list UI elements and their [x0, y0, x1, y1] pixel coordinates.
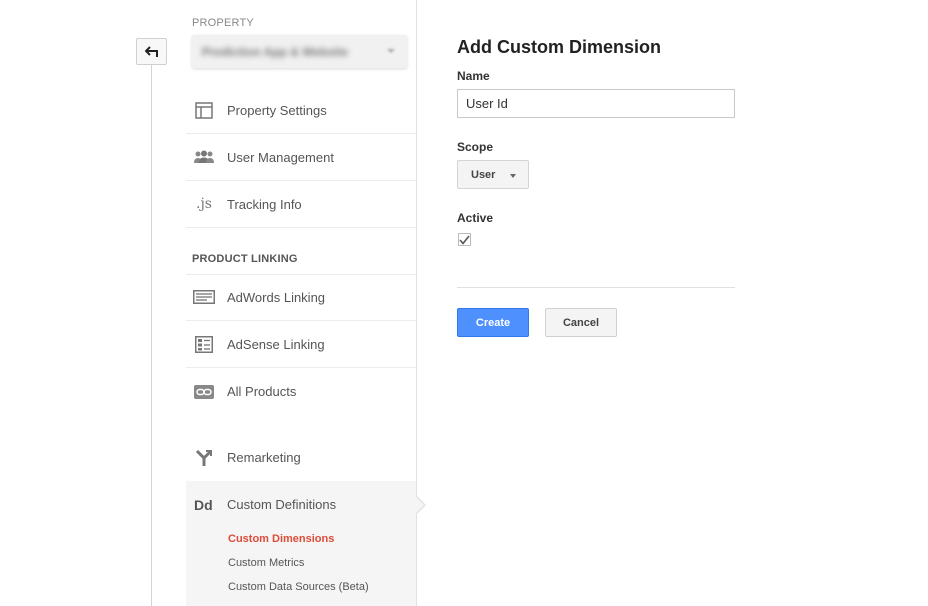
sidebar-item-adsense-linking[interactable]: AdSense Linking — [186, 321, 416, 368]
sidebar-item-label: Remarketing — [227, 450, 301, 465]
adsense-icon — [193, 334, 215, 354]
sidebar-subitem-custom-dimensions[interactable]: Custom Dimensions — [228, 533, 334, 545]
active-checkbox[interactable] — [458, 233, 471, 246]
name-input[interactable] — [457, 89, 735, 118]
active-pointer — [416, 497, 424, 513]
custom-definitions-icon: Dd — [194, 496, 213, 513]
admin-sidebar: PROPERTY Prediction App & Website Proper… — [186, 0, 417, 606]
product-linking-heading: PRODUCT LINKING — [192, 253, 298, 265]
create-button[interactable]: Create — [457, 308, 529, 337]
property-selector[interactable]: Prediction App & Website — [192, 35, 407, 68]
scope-value: User — [471, 168, 496, 181]
sidebar-item-adwords-linking[interactable]: AdWords Linking — [186, 274, 416, 321]
property-name: Prediction App & Website — [202, 44, 349, 59]
name-label: Name — [457, 69, 490, 83]
property-label: PROPERTY — [192, 17, 254, 29]
sidebar-item-property-settings[interactable]: Property Settings — [186, 87, 416, 134]
active-label: Active — [457, 211, 494, 225]
sidebar-item-label: AdWords Linking — [227, 289, 326, 305]
checkmark-icon — [459, 235, 470, 245]
layout-icon — [193, 100, 215, 120]
sidebar-item-label: Custom Definitions — [227, 497, 337, 512]
sidebar-item-custom-definitions[interactable]: Dd Custom Definitions — [186, 481, 416, 528]
remarketing-icon — [193, 448, 215, 468]
cancel-button[interactable]: Cancel — [545, 308, 617, 337]
sidebar-subitem-custom-metrics[interactable]: Custom Metrics — [228, 557, 304, 569]
navigation-line — [151, 65, 152, 606]
sidebar-item-label: All Products — [227, 384, 297, 399]
users-icon — [193, 147, 215, 167]
sidebar-item-label: Property Settings — [227, 102, 327, 118]
chevron-down-icon — [387, 49, 395, 53]
adwords-icon — [193, 287, 215, 307]
sidebar-subitem-custom-data-sources[interactable]: Custom Data Sources (Beta) — [228, 581, 369, 593]
sidebar-item-all-products[interactable]: All Products — [186, 368, 416, 415]
sidebar-item-tracking-info[interactable]: .js Tracking Info — [186, 181, 416, 228]
sidebar-item-label: User Management — [227, 149, 334, 165]
sidebar-item-remarketing[interactable]: Remarketing — [186, 434, 416, 481]
js-icon: .js — [196, 196, 212, 212]
back-arrow-icon — [144, 45, 158, 57]
custom-definitions-section: Dd Custom Definitions Custom Dimensions … — [186, 481, 416, 606]
form-divider — [457, 287, 735, 288]
link-icon — [193, 382, 215, 402]
sidebar-item-label: Tracking Info — [227, 196, 302, 212]
sidebar-item-user-management[interactable]: User Management — [186, 134, 416, 181]
sidebar-item-label: AdSense Linking — [227, 336, 325, 352]
page-title: Add Custom Dimension — [457, 37, 662, 57]
chevron-down-icon — [510, 174, 516, 178]
back-button[interactable] — [136, 38, 167, 65]
scope-select[interactable]: User — [457, 160, 529, 189]
scope-label: Scope — [457, 140, 494, 154]
